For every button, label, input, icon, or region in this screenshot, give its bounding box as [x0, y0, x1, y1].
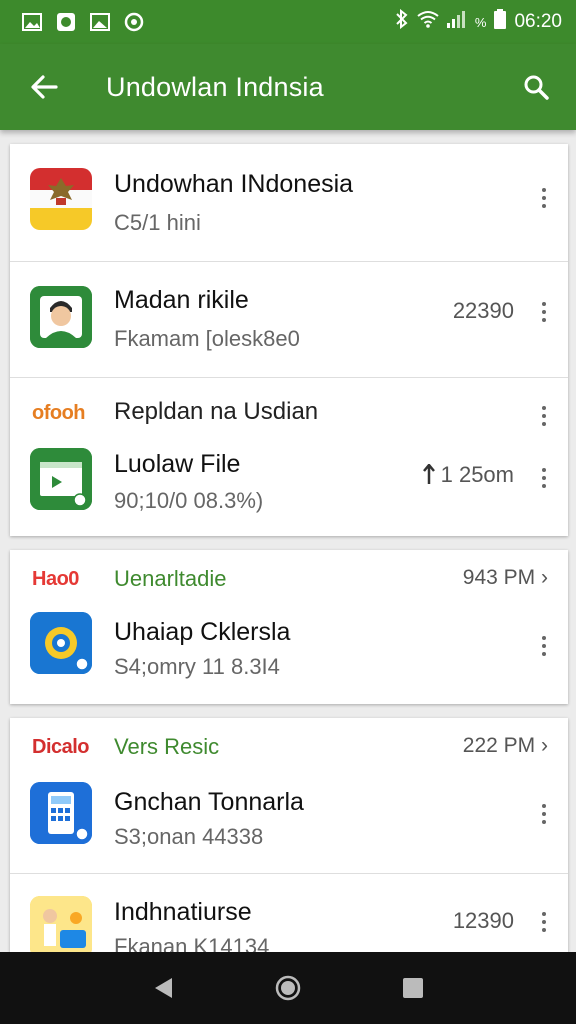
download-arrow-icon — [422, 464, 435, 484]
download-group: ofooh Repldan na Usdian Luolaw File 90;1… — [10, 378, 568, 536]
brand-logo: ofooh — [32, 402, 86, 424]
settings-gear-app-icon — [30, 612, 92, 674]
brand-logo: Dicalo — [32, 736, 90, 758]
item-title: Undowhan INdonesia — [114, 170, 354, 198]
worker-illustration-icon — [30, 896, 92, 952]
battery-icon — [494, 9, 507, 35]
overflow-menu-button[interactable] — [528, 796, 560, 832]
group-title: Uenarltadie — [114, 566, 227, 591]
overflow-menu-button[interactable] — [528, 904, 560, 940]
battery-percent: % — [474, 14, 487, 30]
nav-recents-button[interactable] — [383, 958, 443, 1018]
download-card: Dicalo Vers Resic 222 PM › Gnchan Tonnar… — [10, 718, 568, 952]
back-button[interactable] — [12, 55, 76, 119]
app-bar: Undowlan Indnsia — [0, 44, 576, 130]
overflow-menu-button[interactable] — [528, 628, 560, 664]
item-size: 12390 — [452, 908, 514, 933]
download-card: Hao0 Uenarltadie 943 PM › Uhaiap Cklersl… — [10, 550, 568, 704]
item-subtitle: Fkanan K14134 — [114, 934, 270, 952]
signal-icon — [446, 10, 467, 34]
download-list: Undowhan INdonesia C5/1 hini Madan rikil… — [0, 130, 576, 952]
more-vert-icon — [542, 468, 546, 488]
group-title: Vers Resic — [114, 734, 220, 759]
image-icon — [22, 13, 42, 31]
item-size: 22390 — [452, 298, 514, 323]
overflow-menu-button[interactable] — [528, 460, 560, 496]
item-title: Gnchan Tonnarla — [114, 788, 304, 816]
system-nav-bar — [0, 952, 576, 1024]
nav-back-button[interactable] — [133, 958, 193, 1018]
status-time: 06:20 — [514, 11, 562, 32]
bluetooth-icon — [395, 8, 409, 35]
status-bar: % 06:20 — [0, 0, 576, 44]
item-subtitle: S3;onan 44338 — [114, 824, 264, 849]
item-title: Madan rikile — [114, 286, 249, 314]
item-subtitle: S4;omry 11 8.3I4 — [114, 654, 280, 679]
wifi-icon — [417, 10, 439, 34]
indonesia-flag-icon — [30, 168, 92, 230]
overflow-menu-button[interactable] — [528, 294, 560, 330]
item-time: 943 PM › — [462, 566, 548, 589]
search-icon — [524, 75, 549, 100]
calculator-app-icon — [30, 782, 92, 844]
list-item[interactable]: Madan rikile Fkamam [olesk8e0 22390 — [10, 262, 568, 378]
item-title: Uhaiap Cklersla — [114, 618, 291, 646]
more-vert-icon — [542, 912, 546, 932]
list-item[interactable]: Indhnatiurse Fkanan K14134 12390 — [10, 874, 568, 952]
group-title: Repldan na Usdian — [114, 398, 319, 425]
item-title: Indhnatiurse — [114, 898, 252, 926]
list-item[interactable]: Undowhan INdonesia C5/1 hini — [10, 144, 568, 262]
square-recents-icon — [403, 978, 424, 998]
brand-logo: Hao0 — [32, 568, 79, 590]
item-subtitle: C5/1 hini — [114, 210, 201, 235]
file-app-icon — [30, 448, 92, 510]
more-vert-icon — [542, 406, 546, 426]
more-vert-icon — [542, 804, 546, 824]
download-group: Dicalo Vers Resic 222 PM › Gnchan Tonnar… — [10, 718, 568, 874]
triangle-back-icon — [154, 978, 172, 998]
item-time: 222 PM › — [462, 734, 548, 757]
page-title: Undowlan Indnsia — [106, 71, 324, 102]
item-subtitle: 90;10/0 08.3%) — [114, 488, 264, 513]
search-button[interactable] — [510, 61, 562, 113]
overflow-menu-button[interactable] — [528, 398, 560, 434]
item-subtitle: Fkamam [olesk8e0 — [114, 326, 300, 351]
location-icon — [124, 12, 144, 32]
download-card: Undowhan INdonesia C5/1 hini Madan rikil… — [10, 144, 568, 536]
circle-home-icon — [275, 975, 301, 1001]
more-vert-icon — [542, 302, 546, 322]
more-vert-icon — [542, 636, 546, 656]
gallery-icon — [90, 13, 110, 31]
person-avatar-icon — [30, 286, 92, 348]
nav-home-button[interactable] — [258, 958, 318, 1018]
app-icon — [56, 13, 76, 31]
overflow-menu-button[interactable] — [528, 180, 560, 216]
more-vert-icon — [542, 188, 546, 208]
item-size: 1 25om — [422, 462, 514, 488]
item-title: Luolaw File — [114, 450, 241, 478]
arrow-back-icon — [31, 75, 58, 99]
